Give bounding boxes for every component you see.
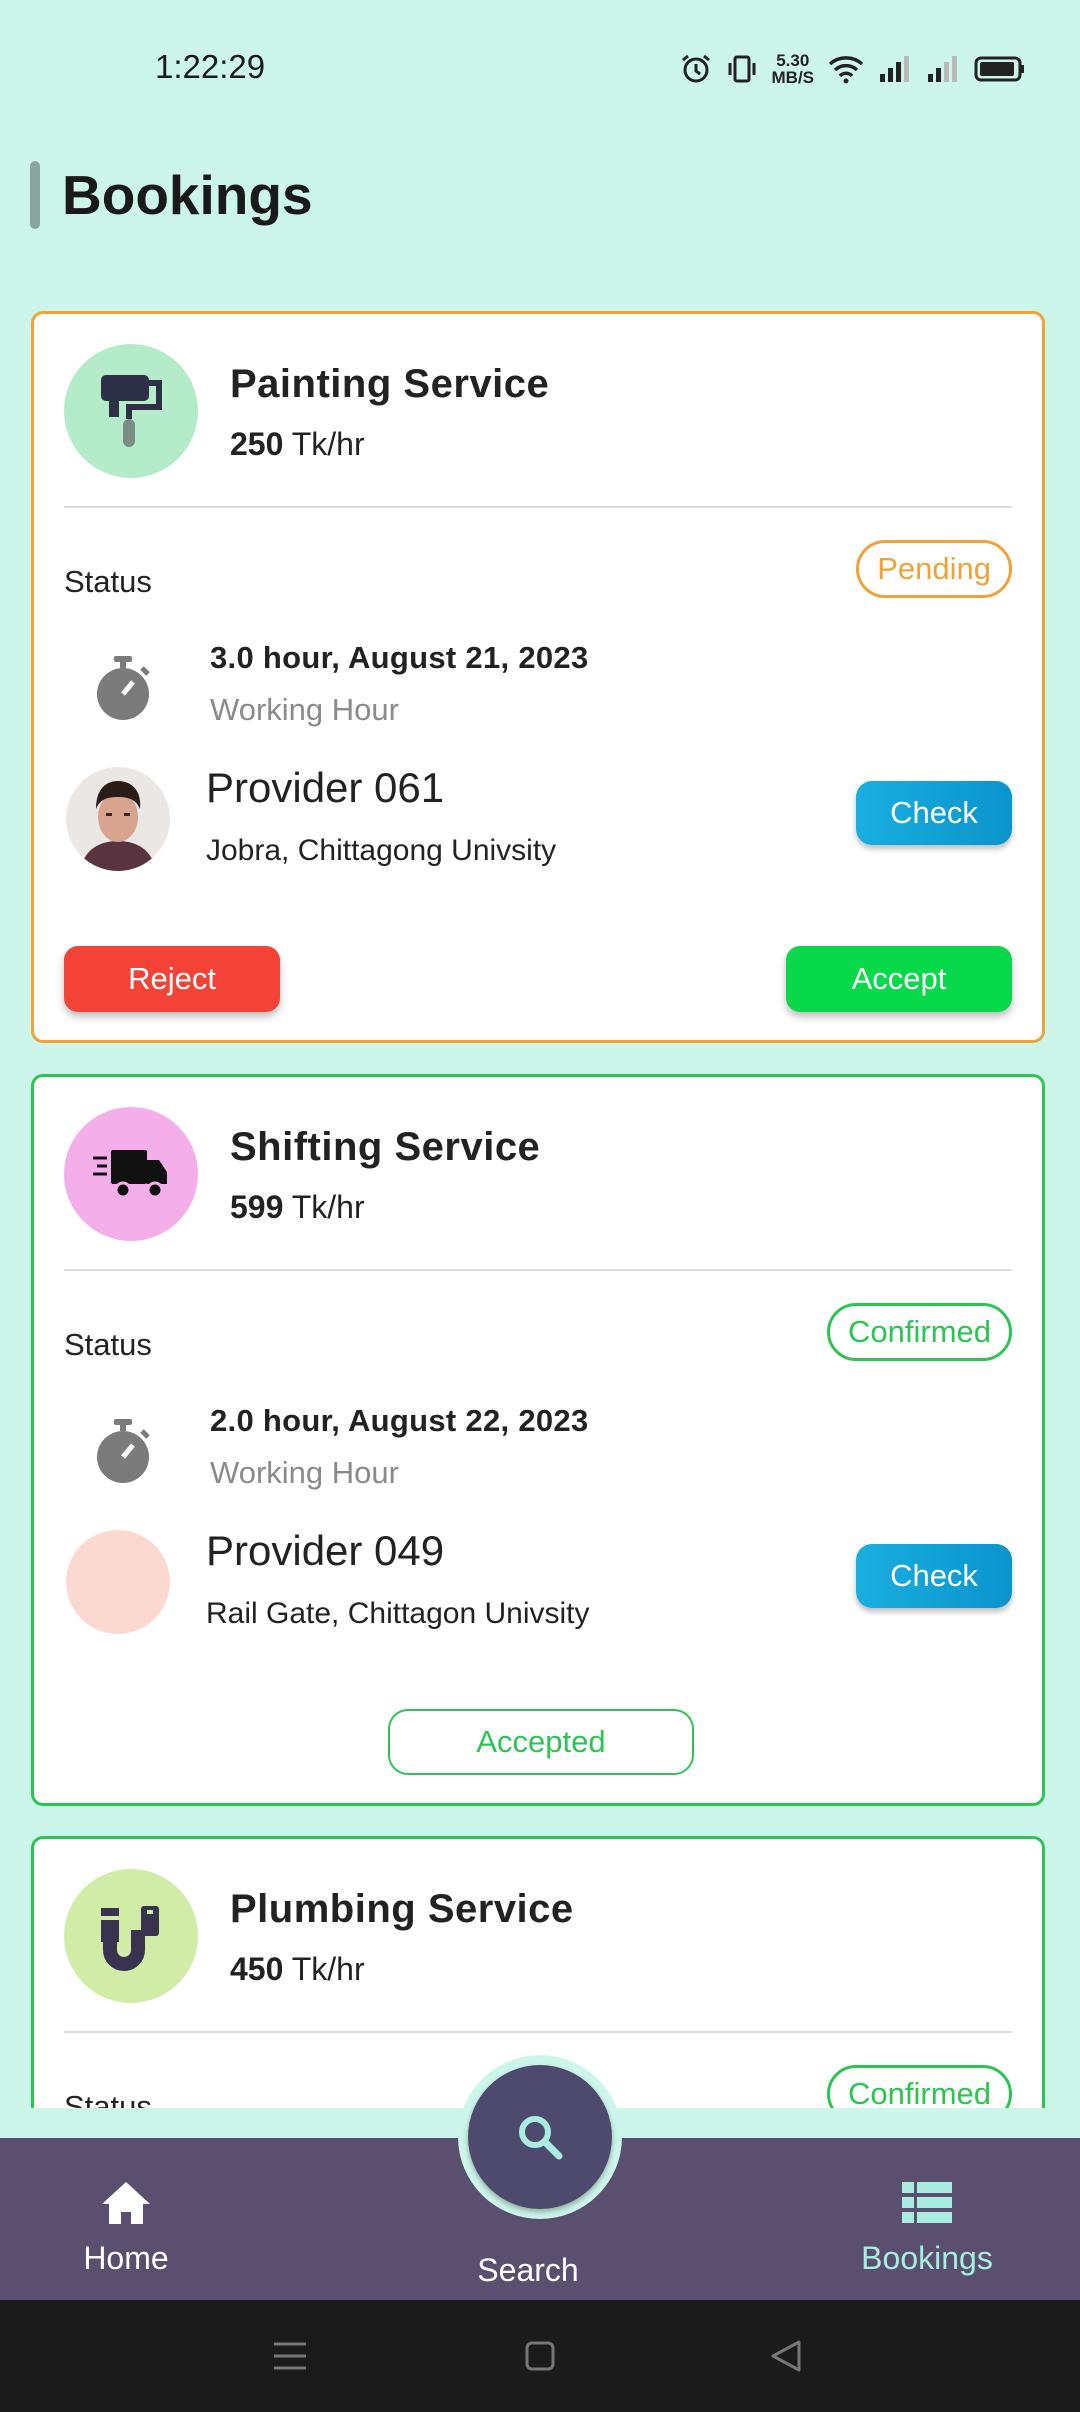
- system-nav-bar: [0, 2300, 1080, 2412]
- status-label: Status: [64, 2089, 152, 2108]
- divider: [64, 1269, 1012, 1271]
- working-hours-label: Working Hour: [210, 692, 399, 727]
- home-key[interactable]: [518, 2334, 562, 2378]
- status-badge: Confirmed: [827, 1303, 1012, 1361]
- search-icon: [519, 2116, 563, 2160]
- service-name: Painting Service: [230, 362, 550, 406]
- provider-address: Jobra, Chittagong Univsity: [206, 834, 557, 867]
- bookings-list[interactable]: Painting Service 250 Tk/hr Status Pendin…: [0, 0, 1080, 2108]
- back-triangle-icon: [771, 2340, 801, 2372]
- working-hours: 2.0 hour, August 22, 2023: [210, 1403, 589, 1438]
- nav-home[interactable]: Home: [16, 2178, 236, 2277]
- list-view-icon: [902, 2182, 952, 2223]
- price-unit: Tk/hr: [291, 1189, 365, 1225]
- status-badge: Pending: [856, 540, 1012, 598]
- back-key[interactable]: [764, 2334, 808, 2378]
- search-fab[interactable]: [468, 2065, 612, 2209]
- booking-card: Painting Service 250 Tk/hr Status Pendin…: [31, 311, 1045, 1043]
- check-button[interactable]: Check: [856, 1544, 1012, 1608]
- stopwatch-icon: [97, 656, 150, 720]
- accepted-button[interactable]: Accepted: [388, 1709, 694, 1775]
- provider-name: Provider 061: [206, 764, 445, 811]
- menu-icon: [274, 2342, 306, 2370]
- nav-bookings[interactable]: Bookings: [817, 2178, 1037, 2277]
- divider: [64, 2031, 1012, 2033]
- service-price: 599 Tk/hr: [230, 1189, 365, 1226]
- home-icon: [102, 2182, 150, 2224]
- square-icon: [525, 2341, 555, 2371]
- price-unit: Tk/hr: [291, 1951, 365, 1987]
- status-label: Status: [64, 564, 152, 599]
- pipe-icon: [64, 1869, 198, 2003]
- price-amount: 450: [230, 1951, 284, 1987]
- working-hours-label: Working Hour: [210, 1455, 399, 1490]
- price-amount: 250: [230, 426, 284, 462]
- nav-search-label: Search: [477, 2252, 579, 2288]
- provider-name: Provider 049: [206, 1527, 445, 1574]
- working-hours: 3.0 hour, August 21, 2023: [210, 640, 589, 675]
- menu-key[interactable]: [268, 2334, 312, 2378]
- nav-home-label: Home: [83, 2240, 169, 2276]
- price-unit: Tk/hr: [291, 426, 365, 462]
- check-button[interactable]: Check: [856, 781, 1012, 845]
- provider-avatar: [66, 1530, 170, 1634]
- accept-button[interactable]: Accept: [786, 946, 1012, 1012]
- status-badge: Confirmed: [827, 2065, 1012, 2108]
- service-name: Plumbing Service: [230, 1887, 574, 1931]
- service-name: Shifting Service: [230, 1125, 541, 1169]
- service-price: 450 Tk/hr: [230, 1951, 365, 1988]
- nav-bookings-label: Bookings: [861, 2240, 993, 2276]
- nav-search[interactable]: Search: [418, 2252, 638, 2289]
- divider: [64, 506, 1012, 508]
- reject-button[interactable]: Reject: [64, 946, 280, 1012]
- price-amount: 599: [230, 1189, 284, 1225]
- provider-avatar: [66, 767, 170, 871]
- paint-roller-icon: [64, 344, 198, 478]
- service-price: 250 Tk/hr: [230, 426, 365, 463]
- status-label: Status: [64, 1327, 152, 1362]
- provider-address: Rail Gate, Chittagon Univsity: [206, 1597, 590, 1630]
- booking-card: Shifting Service 599 Tk/hr Status Confir…: [31, 1074, 1045, 1806]
- stopwatch-icon: [97, 1419, 150, 1483]
- truck-icon: [64, 1107, 198, 1241]
